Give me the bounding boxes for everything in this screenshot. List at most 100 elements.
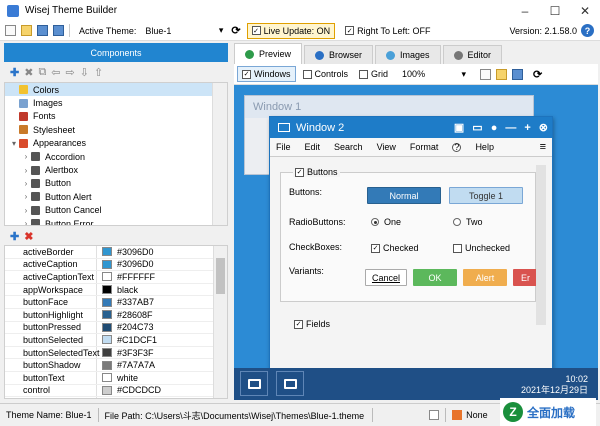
menu-edit[interactable]: Edit [305, 142, 321, 152]
property-value[interactable]: #337AB7 [117, 297, 154, 307]
unchecked-checkbox[interactable]: Unchecked [453, 243, 510, 253]
arrow-down-icon[interactable]: ⇩ [80, 66, 89, 79]
checked-checkbox[interactable]: ✓ Checked [371, 243, 419, 253]
menu-file[interactable]: File [276, 142, 291, 152]
expand-chevron-icon[interactable]: › [21, 219, 31, 225]
color-swatch[interactable] [102, 272, 112, 282]
active-theme-select[interactable]: Blue-1 ▾ [142, 23, 226, 38]
property-value[interactable]: #3096D0 [117, 259, 154, 269]
property-row[interactable]: appWorkspace black [5, 283, 227, 297]
color-swatch[interactable] [102, 335, 112, 345]
ok-button[interactable]: OK [413, 269, 457, 286]
property-value[interactable]: #3096D0 [117, 247, 154, 257]
arrow-right-icon[interactable]: ⇨ [66, 66, 75, 79]
menu-search[interactable]: Search [334, 142, 363, 152]
property-value[interactable]: #7A7A7A [117, 360, 155, 370]
taskbar-window-1[interactable] [240, 371, 268, 396]
plus-icon[interactable]: + [524, 122, 530, 134]
tree-item[interactable]: Colors [5, 83, 227, 97]
tab-images[interactable]: Images [375, 45, 441, 64]
property-row[interactable]: buttonSelected #C1DCF1 [5, 334, 227, 347]
expand-chevron-icon[interactable]: ▾ [9, 139, 19, 148]
expand-chevron-icon[interactable]: › [21, 179, 31, 188]
tree-item[interactable]: Fonts [5, 110, 227, 123]
save-icon[interactable] [512, 68, 524, 80]
tree-scrollbar[interactable] [212, 83, 227, 225]
delete-icon[interactable]: ✖ [24, 230, 33, 243]
color-swatch[interactable] [102, 310, 112, 320]
close-button[interactable]: ✕ [570, 0, 600, 21]
tree-item[interactable]: › Button Error [5, 217, 227, 225]
menu-view[interactable]: View [377, 142, 396, 152]
open-folder-icon[interactable]: ▭ [472, 121, 482, 134]
tree-item[interactable]: ▾ Appearances [5, 137, 227, 150]
color-swatch[interactable] [102, 285, 112, 295]
property-value[interactable]: black [117, 285, 138, 295]
radio-two[interactable]: Two [453, 217, 483, 227]
property-value[interactable]: white [117, 373, 138, 383]
expand-chevron-icon[interactable]: › [21, 166, 31, 175]
property-row[interactable]: controlDark #999999 [5, 397, 227, 399]
property-value[interactable]: #204C73 [117, 322, 154, 332]
taskbar-window-2[interactable] [276, 371, 304, 396]
property-row[interactable]: buttonText white [5, 371, 227, 385]
property-value[interactable]: #28608F [117, 310, 153, 320]
color-swatch[interactable] [102, 373, 112, 383]
color-swatch[interactable] [102, 360, 112, 370]
refresh-icon[interactable]: ⟳ [533, 68, 542, 81]
new-file-icon[interactable] [5, 25, 16, 36]
maximize-button[interactable]: ☐ [540, 0, 570, 21]
properties-scrollbar[interactable] [213, 246, 227, 398]
save-icon[interactable]: ▣ [454, 121, 464, 134]
open-folder-icon[interactable] [496, 68, 508, 80]
scroll-thumb[interactable] [216, 258, 225, 294]
property-value[interactable]: #999999 [117, 398, 152, 399]
property-row[interactable]: activeCaption #3096D0 [5, 258, 227, 272]
property-row[interactable]: control #CDCDCD [5, 384, 227, 398]
grid-toggle[interactable]: Grid [355, 66, 392, 82]
preview-window-2[interactable]: Window 2 ▣ ▭ ● — + ⊗ File Edit Search Vi… [269, 116, 553, 372]
color-swatch[interactable] [102, 348, 112, 358]
tab-preview[interactable]: Preview [234, 43, 303, 64]
help-icon[interactable]: ? [581, 24, 594, 37]
tab-browser[interactable]: Browser [304, 45, 374, 64]
color-swatch[interactable] [102, 385, 112, 395]
radio-one[interactable]: One [371, 217, 401, 227]
controls-toggle[interactable]: Controls [299, 66, 353, 82]
color-swatch[interactable] [102, 297, 112, 307]
property-value[interactable]: #CDCDCD [117, 385, 161, 395]
delete-icon[interactable]: ✖ [24, 66, 33, 79]
buttons-group-header[interactable]: ✓ Buttons [293, 167, 340, 177]
tree-item[interactable]: Images [5, 96, 227, 109]
tree-item[interactable]: › Button [5, 177, 227, 190]
save-all-icon[interactable] [53, 25, 64, 36]
menu-format[interactable]: Format [410, 142, 439, 152]
tree-item[interactable]: › Button Cancel [5, 204, 227, 217]
color-swatch[interactable] [102, 247, 112, 257]
minimize-button[interactable]: – [510, 0, 540, 21]
tree-item[interactable]: › Button Alert [5, 190, 227, 203]
property-row[interactable]: buttonHighlight #28608F [5, 308, 227, 322]
color-swatch[interactable] [102, 398, 112, 399]
refresh-icon[interactable]: ⟳ [231, 24, 240, 37]
property-row[interactable]: buttonFace #337AB7 [5, 296, 227, 309]
expand-chevron-icon[interactable]: › [21, 192, 31, 201]
property-row[interactable]: activeBorder #3096D0 [5, 246, 227, 259]
arrow-up-icon[interactable]: ⇧ [94, 66, 103, 79]
property-row[interactable]: activeCaptionText #FFFFFF [5, 271, 227, 284]
tree-item[interactable]: › Alertbox [5, 163, 227, 176]
color-swatch[interactable] [102, 259, 112, 269]
windows-toggle[interactable]: ✓ Windows [237, 66, 296, 82]
alert-button[interactable]: Alert [463, 269, 507, 286]
save-icon[interactable] [37, 25, 48, 36]
property-row[interactable]: buttonPressed #204C73 [5, 321, 227, 335]
arrow-left-icon[interactable]: ⇦ [51, 66, 60, 79]
normal-button[interactable]: Normal [367, 187, 441, 204]
expand-chevron-icon[interactable]: › [21, 206, 31, 215]
color-swatch[interactable] [102, 322, 112, 332]
cancel-button[interactable]: Cancel [365, 269, 407, 286]
window-2-scrollbar[interactable] [536, 165, 546, 325]
new-file-icon[interactable] [480, 68, 492, 80]
copy-icon[interactable]: ⧉ [38, 66, 46, 79]
minimize-icon[interactable]: — [505, 122, 516, 134]
